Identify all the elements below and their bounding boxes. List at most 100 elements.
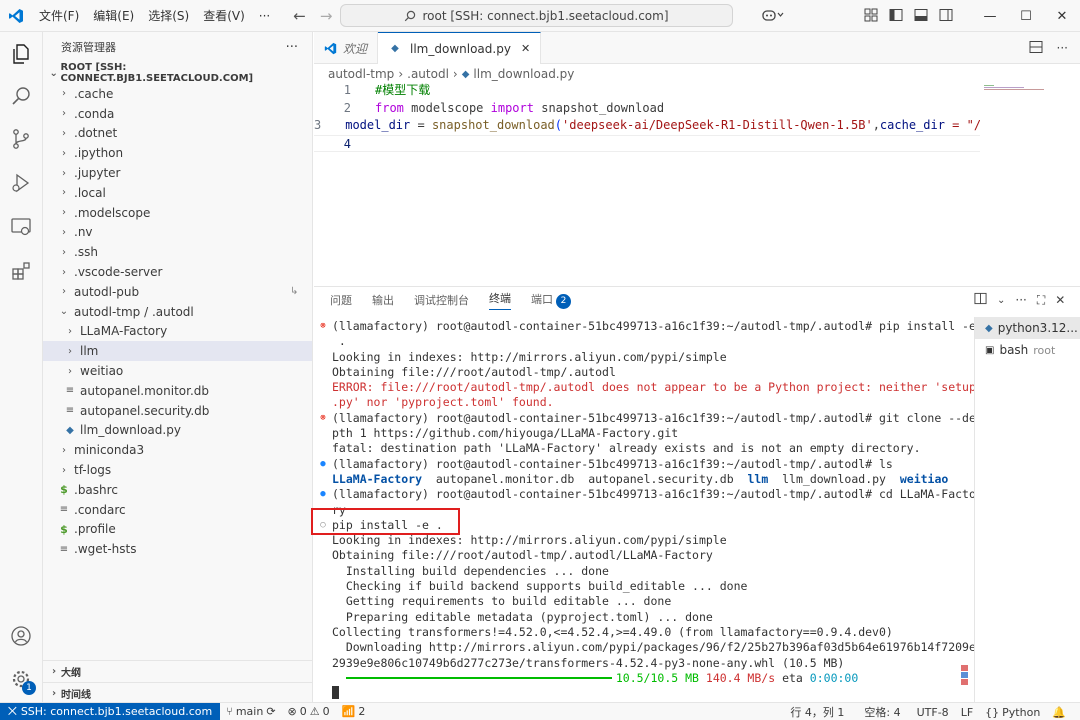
tree-item[interactable]: › .conda [43, 104, 312, 124]
tab-llm-download[interactable]: ◆ llm_download.py ✕ [378, 32, 542, 64]
accounts-icon[interactable] [9, 624, 33, 648]
tab-output[interactable]: 输出 [372, 292, 394, 308]
breadcrumb-item[interactable]: autodl-tmp [328, 67, 394, 81]
close-tab-icon[interactable]: ✕ [521, 42, 530, 55]
minimap[interactable] [980, 82, 1080, 287]
chevron-down-icon[interactable]: ⌄ [997, 295, 1005, 306]
menu-more[interactable]: ··· [252, 0, 277, 32]
tree-item[interactable]: › .nv [43, 223, 312, 243]
tab-ports[interactable]: 端口 2 [531, 291, 571, 309]
tree-item[interactable]: $ .profile [43, 520, 312, 540]
run-debug-icon[interactable] [9, 171, 33, 195]
branch-status[interactable]: ⑂ main ⟳ [220, 705, 281, 718]
menu-file[interactable]: 文件(F) [32, 0, 86, 32]
terminal-text: (llamafactory) root@autodl-container-51b… [332, 319, 974, 333]
ports-count: 2 [358, 705, 366, 718]
tab-debug-console[interactable]: 调试控制台 [414, 292, 469, 308]
tree-item[interactable]: ◆ llm_download.py [43, 421, 312, 441]
remote-label: SSH: connect.bjb1.seetacloud.com [20, 705, 213, 718]
tree-item[interactable]: › .dotnet [43, 124, 312, 144]
tree-item[interactable]: › .ssh [43, 242, 312, 262]
encoding-status[interactable]: UTF-8 [911, 706, 955, 719]
tree-item[interactable]: ≡ autopanel.monitor.db [43, 381, 312, 401]
terminal-line: Collecting transformers!=4.52.0,<=4.52.4… [314, 625, 974, 640]
tree-item[interactable]: › .jupyter [43, 163, 312, 183]
language-status[interactable]: {} Python [979, 706, 1046, 719]
tree-item[interactable]: › .local [43, 183, 312, 203]
menu-selection[interactable]: 选择(S) [141, 0, 196, 32]
maximize-panel-icon[interactable]: ⛶ [1037, 293, 1045, 308]
terminal-line: Looking in indexes: http://mirrors.aliyu… [314, 533, 974, 548]
tree-item-label: LLaMA-Factory [80, 324, 168, 339]
tree-item[interactable]: › weitiao [43, 361, 312, 381]
vscode-logo-icon[interactable] [0, 0, 32, 32]
source-control-icon[interactable] [9, 127, 33, 151]
search-icon [405, 10, 416, 21]
tree-item[interactable]: › miniconda3 [43, 440, 312, 460]
minimize-icon[interactable]: — [972, 9, 1008, 24]
tree-item[interactable]: ≡ autopanel.security.db [43, 401, 312, 421]
copilot-icon[interactable] [762, 8, 784, 25]
split-editor-icon[interactable] [1029, 40, 1043, 57]
terminal-text: .py' nor 'pyproject.toml' found. [332, 395, 554, 410]
split-terminal-icon[interactable] [974, 292, 987, 308]
terminal-text: ERROR: file:///root/autodl-tmp/.autodl d… [332, 380, 974, 395]
problems-status[interactable]: ⊗ 0 ⚠ 0 [282, 705, 336, 718]
search-view-icon[interactable] [9, 84, 33, 108]
more-actions-icon[interactable]: ··· [286, 40, 298, 55]
toggle-sidebar-icon[interactable] [889, 8, 903, 25]
toggle-panel-icon[interactable] [914, 8, 928, 25]
ls-file: autopanel.monitor.db [435, 471, 575, 486]
tree-item[interactable]: › .cache [43, 84, 312, 104]
tree-item[interactable]: › LLaMA-Factory [43, 322, 312, 342]
tab-welcome[interactable]: 欢迎 [314, 32, 379, 64]
timeline-section[interactable]: › 时间线 [43, 682, 313, 704]
line-gutter [314, 656, 332, 671]
breadcrumb-item[interactable]: .autodl [407, 67, 449, 81]
eol-status[interactable]: LF [955, 706, 979, 719]
menu-view[interactable]: 查看(V) [196, 0, 252, 32]
close-icon[interactable]: ✕ [1044, 9, 1080, 24]
explorer-icon[interactable] [9, 42, 33, 66]
notifications-icon[interactable]: 🔔 [1046, 706, 1072, 719]
terminal-item-python[interactable]: ◆ python3.12... [975, 317, 1080, 339]
more-actions-icon[interactable]: ··· [1057, 41, 1068, 55]
tree-item[interactable]: › .ipython [43, 143, 312, 163]
close-panel-icon[interactable]: ✕ [1055, 293, 1065, 307]
tree-item[interactable]: › .modelscope [43, 203, 312, 223]
tree-item[interactable]: ≡ .wget-hsts [43, 539, 312, 559]
tab-terminal[interactable]: 终端 [489, 290, 511, 310]
terminal-scrollbar[interactable] [961, 665, 968, 685]
tree-item[interactable]: › llm [43, 341, 312, 362]
more-actions-icon[interactable]: ··· [1015, 293, 1026, 307]
remote-indicator[interactable]: ⨉ SSH: connect.bjb1.seetacloud.com [0, 702, 221, 720]
tree-item[interactable]: ⌄ autodl-tmp / .autodl [43, 302, 312, 322]
workspace-root[interactable]: ⌄ ROOT [SSH: CONNECT.BJB1.SEETACLOUD.COM… [43, 62, 312, 84]
command-center-search[interactable]: root [SSH: connect.bjb1.seetacloud.com] [340, 4, 733, 27]
remote-explorer-icon[interactable] [9, 215, 33, 239]
back-arrow-icon[interactable]: ← [293, 7, 306, 25]
eta-label: eta [782, 670, 803, 685]
menu-edit[interactable]: 编辑(E) [86, 0, 141, 32]
terminal-item-sub: root [1033, 343, 1056, 357]
tab-problems[interactable]: 问题 [330, 292, 352, 308]
indentation-status[interactable]: 空格: 4 [858, 704, 906, 720]
forward-arrow-icon[interactable]: → [320, 7, 333, 25]
chevron-right-icon: › [62, 147, 66, 159]
tree-item[interactable]: › autodl-pub [43, 282, 312, 302]
toggle-secondary-sidebar-icon[interactable] [939, 8, 953, 25]
tree-item[interactable]: › .vscode-server [43, 262, 312, 282]
cursor-position[interactable]: 行 4，列 1 [784, 704, 850, 720]
tree-item[interactable]: › tf-logs [43, 460, 312, 480]
breadcrumb-item[interactable]: llm_download.py [473, 67, 574, 81]
terminal-item-bash[interactable]: ▣ bash root [975, 339, 1080, 361]
tree-item[interactable]: ≡ .condarc [43, 500, 312, 520]
outline-section[interactable]: › 大纲 [43, 660, 313, 682]
code-editor[interactable]: 1 #模型下载 2 from modelscope import snapsho… [314, 82, 980, 152]
ports-status[interactable]: 📶 2 [336, 705, 372, 718]
tree-item-label: autodl-tmp / .autodl [74, 304, 194, 319]
tree-item[interactable]: $ .bashrc [43, 480, 312, 500]
maximize-icon[interactable]: ☐ [1008, 9, 1044, 24]
extensions-icon[interactable] [9, 259, 33, 283]
customize-layout-icon[interactable] [864, 8, 878, 25]
